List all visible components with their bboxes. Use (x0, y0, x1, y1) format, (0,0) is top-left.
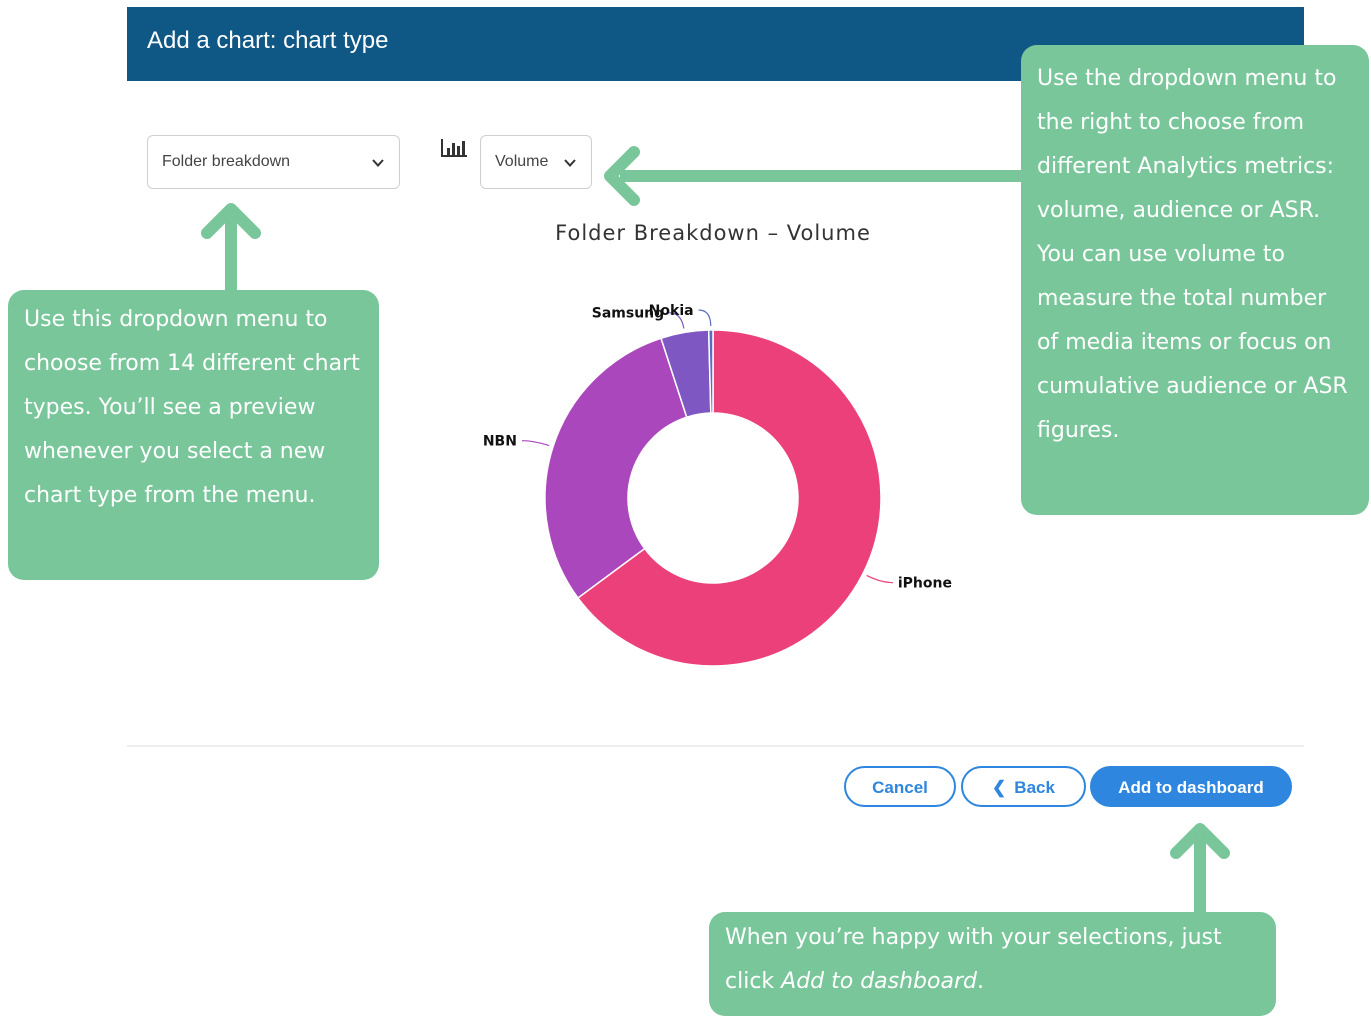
chevron-down-icon (564, 159, 576, 167)
add-to-dashboard-label: Add to dashboard (1118, 778, 1264, 797)
footer-divider (127, 745, 1304, 747)
callout-bottom-emphasis: Add to dashboard (781, 969, 977, 994)
callout-bottom-suffix: . (976, 969, 984, 994)
slice-label: NBN (483, 434, 517, 450)
metric-select-value: Volume (495, 153, 549, 170)
cancel-button-label: Cancel (872, 778, 928, 797)
back-button-label: Back (1014, 778, 1055, 797)
chart-type-select[interactable]: Folder breakdown (147, 135, 400, 189)
callout-metric: Use the dropdown menu to the right to ch… (1021, 45, 1369, 515)
arrow-up-bottom (1170, 823, 1230, 916)
add-to-dashboard-button[interactable]: Add to dashboard (1090, 766, 1292, 807)
bar-chart-icon (441, 139, 467, 157)
slice-label: iPhone (898, 576, 952, 592)
chevron-down-icon (372, 159, 384, 167)
chart-title: Folder Breakdown – Volume (555, 221, 871, 245)
metric-select[interactable]: Volume (480, 135, 592, 189)
label-connector (521, 440, 550, 447)
donut-slice-nbn[interactable] (544, 337, 688, 599)
callout-add-to-dashboard: When you’re happy with your selections, … (709, 912, 1276, 1016)
cancel-button[interactable]: Cancel (844, 766, 956, 807)
label-connector (698, 309, 712, 327)
chart-type-select-value: Folder breakdown (162, 153, 291, 170)
label-connector (866, 574, 893, 584)
callout-chart-type: Use this dropdown menu to choose from 14… (8, 290, 379, 580)
back-button[interactable]: ❮ Back (961, 766, 1086, 807)
chevron-left-icon: ❮ (992, 778, 1007, 797)
slice-label: Nokia (649, 303, 694, 319)
